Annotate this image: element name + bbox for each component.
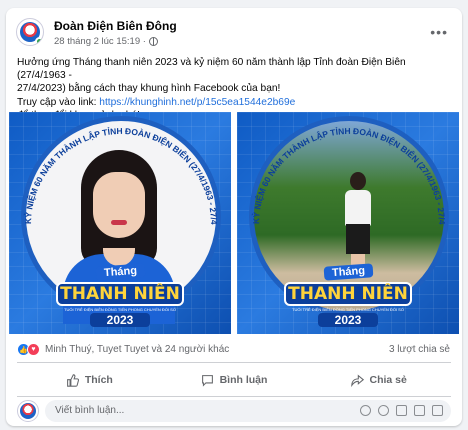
comment-input[interactable]: Viết bình luận...	[45, 400, 451, 422]
page-avatar[interactable]	[16, 18, 44, 46]
photo-2[interactable]: KỶ NIỆM 60 NĂM THÀNH LẬP TỈNH ĐOÀN ĐIỆN …	[237, 112, 459, 334]
more-options-icon[interactable]: •••	[430, 24, 448, 40]
badge-year: 2023	[318, 313, 378, 327]
thumbs-up-icon	[66, 373, 79, 387]
gif-icon[interactable]	[414, 405, 425, 416]
post-timestamp[interactable]: 28 tháng 2 lúc 15:19 ·	[54, 36, 146, 47]
like-button[interactable]: Thích	[17, 366, 162, 394]
post-header: Đoàn Điện Biên Đông 28 tháng 2 lúc 15:19…	[16, 18, 452, 54]
online-status-dot	[35, 37, 43, 45]
thanh-nien-badge: Tháng THANH NIÊN TUỔI TRẺ ĐIỆN BIÊN ĐỒNG…	[35, 262, 205, 328]
action-bar: Thích Bình luận Chia sẻ	[17, 366, 451, 394]
share-label: Chia sẻ	[369, 374, 407, 386]
thanh-nien-badge: Tháng THANH NIÊN TUỔI TRẺ ĐIỆN BIÊN ĐỒNG…	[263, 262, 433, 328]
page-name-link[interactable]: Đoàn Điện Biên Đông	[54, 19, 177, 33]
badge-thang: Tháng	[323, 263, 373, 281]
badge-thang: Tháng	[95, 263, 145, 281]
commenter-avatar[interactable]	[17, 400, 39, 422]
emoji-icon[interactable]	[378, 405, 389, 416]
post-meta: 28 tháng 2 lúc 15:19 ·	[54, 36, 158, 47]
frame-link[interactable]: https://khunghinh.net/p/15c5ea1544e2b69e	[99, 97, 295, 108]
badge-year: 2023	[90, 313, 150, 327]
share-count[interactable]: 3 lượt chia sẻ	[389, 344, 450, 355]
reaction-icons[interactable]: 👍 ♥	[17, 343, 40, 356]
post-stats: 👍 ♥ Minh Thuý, Tuyet Tuyet và 24 người k…	[17, 342, 450, 358]
reaction-names[interactable]: Minh Thuý, Tuyet Tuyet và 24 người khác	[45, 344, 229, 355]
link-prefix: Truy cập vào link:	[17, 96, 100, 108]
badge-thanh-nien: THANH NIÊN	[284, 282, 412, 306]
comment-button[interactable]: Bình luận	[162, 366, 307, 394]
badge-thanh-nien: THANH NIÊN	[56, 282, 184, 306]
share-button[interactable]: Chia sẻ	[306, 366, 451, 394]
share-icon	[350, 373, 364, 387]
photo-1[interactable]: KỶ NIỆM 60 NĂM THÀNH LẬP TỈNH ĐOÀN ĐIỆN …	[9, 112, 231, 334]
post-text-line: Hưởng ứng Tháng thanh niên 2023 và kỷ ni…	[17, 57, 406, 82]
badge-slogan: TUỔI TRẺ ĐIỆN BIÊN ĐỒNG TIẾN PHONG CHUYỂ…	[292, 307, 404, 312]
globe-icon	[148, 37, 158, 46]
comment-label: Bình luận	[219, 374, 268, 386]
comment-tools	[360, 405, 443, 416]
comment-composer: Viết bình luận...	[17, 400, 451, 422]
avatar-sticker-icon[interactable]	[360, 405, 371, 416]
comment-placeholder: Viết bình luận...	[55, 405, 125, 416]
badge-slogan: TUỔI TRẺ ĐIỆN BIÊN ĐỒNG TIẾN PHONG CHUYỂ…	[64, 307, 176, 312]
comment-icon	[201, 374, 213, 387]
like-label: Thích	[84, 374, 113, 386]
standing-woman	[341, 172, 375, 272]
post-card: Đoàn Điện Biên Đông 28 tháng 2 lúc 15:19…	[6, 8, 462, 426]
divider	[17, 362, 451, 363]
camera-icon[interactable]	[396, 405, 407, 416]
divider	[17, 396, 451, 397]
sticker-icon[interactable]	[432, 405, 443, 416]
love-reaction-icon: ♥	[27, 343, 40, 356]
post-text-line: 27/4/2023) bằng cách thay khung hình Fac…	[17, 83, 281, 95]
photo-grid: KỶ NIỆM 60 NĂM THÀNH LẬP TỈNH ĐOÀN ĐIỆN …	[9, 112, 459, 334]
post-text-line: Truy cập vào link: https://khunghinh.net…	[17, 96, 450, 109]
